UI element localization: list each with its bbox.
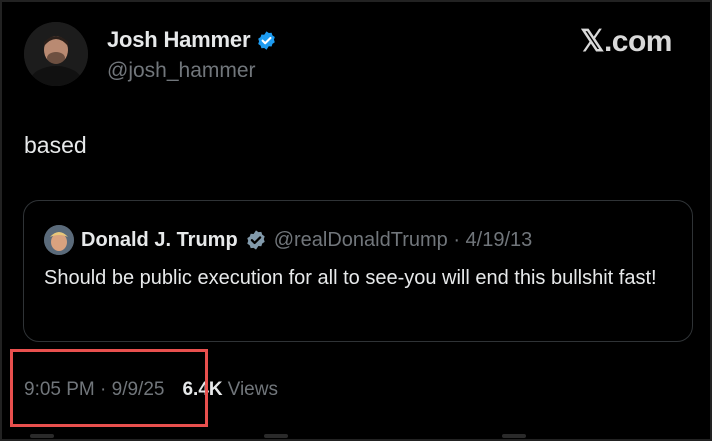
divider (502, 434, 526, 438)
quoted-author-name[interactable]: Donald J. Trump (81, 229, 238, 252)
divider (30, 434, 54, 438)
quoted-tweet-text: Should be public execution for all to se… (44, 267, 657, 289)
tweet-text: based (24, 132, 87, 158)
quoted-tweet[interactable]: Donald J. Trump @realDonaldTrump · 4/19/… (23, 200, 693, 342)
views-label: Views (227, 379, 278, 400)
author-name[interactable]: Josh Hammer (107, 27, 251, 53)
author-avatar[interactable] (24, 22, 88, 86)
divider (264, 434, 288, 438)
quoted-tweet-header: Donald J. Trump @realDonaldTrump · 4/19/… (44, 225, 532, 255)
tweet-card: Josh Hammer @josh_hammer 𝕏.com based Don… (0, 0, 712, 441)
author-name-row: Josh Hammer (107, 27, 277, 53)
timestamp-highlight-box (10, 349, 208, 427)
verified-badge-icon (256, 30, 277, 51)
quoted-handle-date: @realDonaldTrump · 4/19/13 (273, 228, 533, 251)
x-logo: 𝕏.com (580, 25, 672, 58)
quoted-author-avatar (44, 225, 74, 255)
verified-badge-icon (245, 229, 267, 251)
author-handle[interactable]: @josh_hammer (107, 59, 256, 83)
